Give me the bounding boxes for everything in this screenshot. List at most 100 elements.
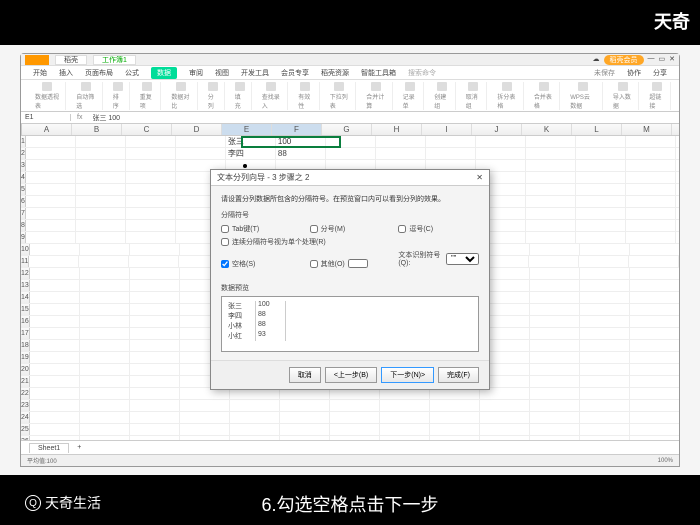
- back-button[interactable]: <上一步(B): [325, 367, 377, 383]
- cell[interactable]: [580, 316, 630, 327]
- col-header-M[interactable]: M: [622, 124, 672, 135]
- cell[interactable]: [230, 400, 280, 411]
- row-header-15[interactable]: 15: [21, 304, 30, 315]
- col-header-C[interactable]: C: [122, 124, 172, 135]
- close-icon[interactable]: ✕: [669, 55, 675, 65]
- cell[interactable]: [326, 136, 376, 147]
- dialog-close-icon[interactable]: ✕: [476, 173, 483, 182]
- cell[interactable]: [126, 148, 176, 159]
- cell[interactable]: [426, 136, 476, 147]
- cell[interactable]: [676, 148, 679, 159]
- cell[interactable]: [630, 376, 679, 387]
- cell[interactable]: [480, 412, 530, 423]
- cell[interactable]: [626, 160, 676, 171]
- cell[interactable]: [26, 172, 76, 183]
- ribbon-重复项[interactable]: 重复项: [134, 82, 162, 110]
- cell[interactable]: [80, 412, 130, 423]
- cell[interactable]: [26, 196, 76, 207]
- cell[interactable]: [476, 148, 526, 159]
- cell[interactable]: [326, 148, 376, 159]
- cell[interactable]: [26, 160, 76, 171]
- cell[interactable]: [130, 268, 180, 279]
- cell[interactable]: [576, 232, 626, 243]
- menu-data[interactable]: 数据: [151, 67, 177, 79]
- cell[interactable]: [76, 220, 126, 231]
- cell[interactable]: [430, 436, 480, 440]
- cell[interactable]: [330, 400, 380, 411]
- cell[interactable]: [80, 424, 130, 435]
- formula-content[interactable]: 张三 100: [88, 113, 120, 123]
- cell[interactable]: [130, 412, 180, 423]
- cell[interactable]: [376, 148, 426, 159]
- cell[interactable]: 李四: [226, 148, 276, 159]
- cell[interactable]: [280, 412, 330, 423]
- cell[interactable]: [126, 172, 176, 183]
- col-header-N[interactable]: N: [672, 124, 679, 135]
- cell[interactable]: [580, 400, 630, 411]
- cell[interactable]: [430, 412, 480, 423]
- menu-insert[interactable]: 插入: [59, 68, 73, 78]
- cell[interactable]: [26, 232, 76, 243]
- cell[interactable]: [280, 400, 330, 411]
- cell[interactable]: [79, 256, 129, 267]
- cell[interactable]: [580, 412, 630, 423]
- ribbon-超链接[interactable]: 超链接: [643, 82, 671, 110]
- row-header-24[interactable]: 24: [21, 412, 30, 423]
- cell[interactable]: [76, 184, 126, 195]
- cell[interactable]: [30, 388, 80, 399]
- cell[interactable]: [126, 208, 176, 219]
- cell[interactable]: [230, 424, 280, 435]
- col-header-J[interactable]: J: [472, 124, 522, 135]
- cell[interactable]: [580, 280, 630, 291]
- ribbon-填充[interactable]: 填充: [229, 82, 252, 110]
- cancel-button[interactable]: 取消: [289, 367, 321, 383]
- cell[interactable]: [676, 184, 679, 195]
- cell[interactable]: [30, 268, 80, 279]
- cell[interactable]: [579, 256, 629, 267]
- cell[interactable]: [30, 328, 80, 339]
- ribbon-数据透视表[interactable]: 数据透视表: [29, 82, 66, 110]
- cell[interactable]: [280, 424, 330, 435]
- cell[interactable]: [26, 220, 76, 231]
- cell[interactable]: [130, 328, 180, 339]
- cell[interactable]: [380, 412, 430, 423]
- cell[interactable]: [576, 184, 626, 195]
- cell[interactable]: [526, 184, 576, 195]
- fx-icon[interactable]: fx: [71, 114, 88, 121]
- cell[interactable]: [676, 196, 679, 207]
- cell[interactable]: [530, 268, 580, 279]
- cell[interactable]: [76, 148, 126, 159]
- ribbon-查找录入[interactable]: 查找录入: [256, 82, 288, 110]
- ribbon-取消组[interactable]: 取消组: [460, 82, 488, 110]
- cell[interactable]: [530, 412, 580, 423]
- zoom-level[interactable]: 100%: [658, 458, 673, 464]
- ribbon-创建组[interactable]: 创建组: [428, 82, 456, 110]
- cell[interactable]: [576, 136, 626, 147]
- cell[interactable]: [126, 136, 176, 147]
- cell[interactable]: [576, 208, 626, 219]
- cell[interactable]: [76, 136, 126, 147]
- cell[interactable]: [76, 196, 126, 207]
- row-header-12[interactable]: 12: [21, 268, 30, 279]
- cell[interactable]: [630, 400, 679, 411]
- col-header-D[interactable]: D: [172, 124, 222, 135]
- menu-docer[interactable]: 稻壳资源: [321, 68, 349, 78]
- check-tab[interactable]: Tab键(T): [221, 224, 302, 234]
- cell[interactable]: [26, 208, 76, 219]
- cell[interactable]: [626, 148, 676, 159]
- cell[interactable]: [30, 316, 80, 327]
- cell[interactable]: [676, 208, 679, 219]
- cell[interactable]: [576, 220, 626, 231]
- cell[interactable]: [580, 352, 630, 363]
- cell[interactable]: [180, 400, 230, 411]
- cell[interactable]: [30, 412, 80, 423]
- cell[interactable]: [30, 352, 80, 363]
- cell[interactable]: [526, 208, 576, 219]
- cell[interactable]: [130, 376, 180, 387]
- cell[interactable]: [126, 196, 176, 207]
- cell[interactable]: [576, 172, 626, 183]
- row-header-25[interactable]: 25: [21, 424, 30, 435]
- cell[interactable]: [676, 232, 679, 243]
- cell[interactable]: [80, 304, 130, 315]
- cell[interactable]: [530, 280, 580, 291]
